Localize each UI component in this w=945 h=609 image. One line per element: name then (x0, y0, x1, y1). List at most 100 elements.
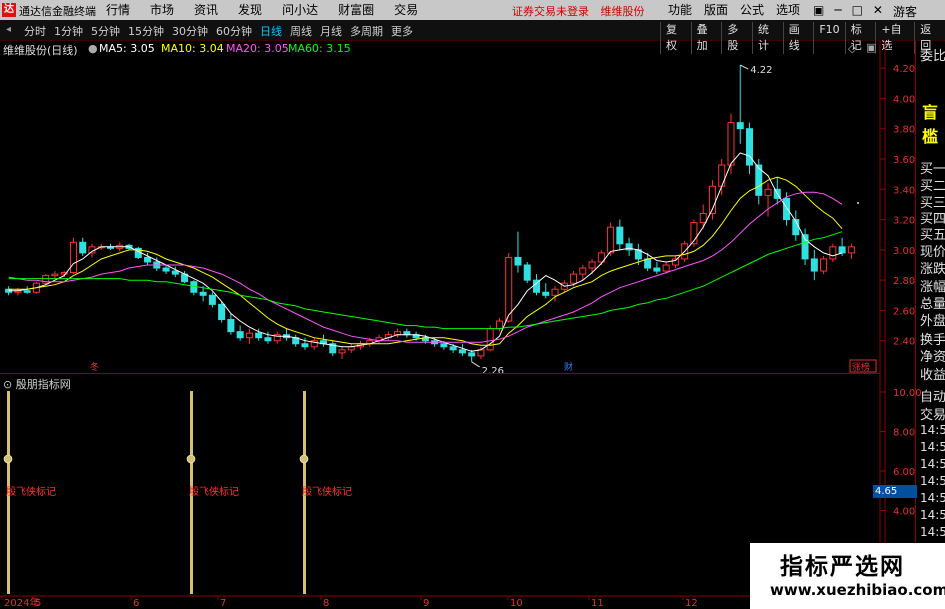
indicator-header[interactable]: ⊙ 殷朋指标网 (3, 376, 71, 392)
candle-body-19 (181, 273, 189, 283)
menu-item-0[interactable]: 行情 (96, 2, 140, 18)
collapse-arrow-icon[interactable]: ◂ (6, 24, 11, 35)
guest-user[interactable]: 游客 (893, 3, 917, 20)
event-marker-left[interactable]: 冬 (90, 361, 99, 373)
crosshair-dot (857, 202, 859, 204)
candle-body-10 (97, 246, 105, 249)
right-menu-item-3[interactable]: 选项 (770, 2, 806, 18)
candle-body-81 (755, 164, 763, 196)
candle-body-88 (820, 258, 828, 272)
signal-coin-icon-1 (186, 454, 196, 464)
candle-body-39 (366, 340, 374, 345)
tab-period-8[interactable]: 月线 (316, 23, 346, 39)
candle-body-36 (338, 349, 346, 354)
menu-item-2[interactable]: 资讯 (184, 2, 228, 18)
rank-badge-box[interactable] (849, 359, 877, 373)
candle-body-73 (681, 243, 689, 260)
right-menu: 功能 版面 公式 选项 (662, 2, 806, 18)
y-tick-label-7: 2.80 (893, 276, 915, 287)
tab-period-1[interactable]: 1分钟 (50, 23, 87, 39)
rank-badge[interactable]: 涨榜 (852, 361, 870, 373)
month-label-5: 9 (423, 598, 429, 609)
maximize-icon[interactable]: □ (847, 2, 868, 18)
minimize-icon[interactable]: ─ (829, 2, 846, 18)
tab-period-3[interactable]: 15分钟 (124, 23, 168, 39)
candle-body-69 (644, 258, 652, 269)
y-tick-label-5: 3.20 (893, 216, 915, 227)
pin-icon[interactable]: ▣ (808, 2, 829, 18)
candle-body-44 (412, 334, 420, 339)
tab-period-7[interactable]: 周线 (286, 23, 316, 39)
candle-body-5 (51, 273, 59, 277)
menu-item-4[interactable]: 问小达 (272, 2, 328, 18)
right-menu-item-2[interactable]: 公式 (734, 2, 770, 18)
ind-tick-label-2: 6.00 (893, 467, 915, 478)
tick-time-4: 14:56 (920, 491, 945, 505)
right-menu-item-0[interactable]: 功能 (662, 2, 698, 18)
month-label-2: 6 (133, 598, 139, 609)
quote-label-14: 自动 (920, 390, 945, 405)
tab-period-9[interactable]: 多周期 (346, 23, 387, 39)
app-logo: 达 (2, 3, 16, 17)
y-tick-label-2: 3.80 (893, 125, 915, 136)
tick-time-2: 14:56 (920, 457, 945, 471)
menu-item-6[interactable]: 交易 (384, 2, 428, 18)
candle-body-48 (449, 346, 457, 351)
ma5-label: MA5: 3.05 (99, 42, 155, 55)
stock-title[interactable]: 维维股份(日线) (3, 42, 78, 58)
candle-body-72 (671, 258, 679, 266)
high-price-label: 4.22 (750, 65, 772, 76)
tick-time-0: 14:56 (920, 423, 945, 437)
tick-time-6: 14:56 (920, 525, 945, 539)
event-marker-mid[interactable]: 财 (564, 361, 573, 373)
indicator-name: 殷朋指标网 (15, 378, 71, 391)
right-menu-item-1[interactable]: 版面 (698, 2, 734, 18)
candle-body-75 (699, 213, 707, 224)
watermark-title: 指标严选网 (780, 554, 905, 580)
month-label-4: 8 (323, 598, 329, 609)
dropdown-icon[interactable]: ● (88, 42, 98, 55)
tab-period-10[interactable]: 更多 (387, 23, 417, 39)
close-icon[interactable]: ✕ (868, 2, 888, 18)
candle-body-34 (320, 340, 327, 345)
candle-body-27 (255, 332, 263, 339)
low-pointer (471, 361, 480, 368)
tool-button-7[interactable]: +自选 (875, 22, 914, 54)
y-tick-label-4: 3.40 (893, 185, 915, 196)
tab-period-0[interactable]: 分时 (20, 23, 50, 39)
window-layout-icon[interactable]: ▣ (866, 41, 876, 54)
menu-item-1[interactable]: 市场 (140, 2, 184, 18)
ma-line-ma60 (8, 231, 843, 330)
app-title: 通达信金融终端 (19, 5, 96, 18)
candle-body-40 (375, 337, 383, 342)
tab-period-5[interactable]: 60分钟 (212, 23, 256, 39)
menu-item-3[interactable]: 发现 (228, 2, 272, 18)
month-label-7: 11 (591, 598, 604, 609)
candle-body-51 (477, 349, 485, 357)
candle-body-28 (264, 337, 272, 342)
candle-body-47 (440, 343, 448, 348)
candle-body-26 (245, 332, 253, 339)
quote-label-0: 委比 (920, 49, 945, 64)
high-pointer (740, 64, 749, 70)
candle-body-32 (301, 343, 309, 348)
candle-body-58 (542, 291, 550, 296)
tab-period-6[interactable]: 日线 (256, 23, 286, 39)
candle-body-17 (162, 267, 170, 272)
candle-body-46 (431, 340, 439, 345)
candle-body-83 (773, 188, 781, 199)
main-menu: 行情 市场 资讯 发现 问小达 财富圈 交易 (96, 2, 428, 18)
candle-body-2 (23, 290, 31, 293)
settings-diamond-icon[interactable]: ◇ (848, 42, 856, 55)
tab-period-2[interactable]: 5分钟 (87, 23, 124, 39)
candle-body-9 (88, 246, 96, 254)
trade-login-status[interactable]: 证券交易未登录 维维股份 (512, 3, 645, 19)
y-tick-label-8: 2.60 (893, 306, 915, 317)
signal-label-1: 殷飞侠标记 (189, 485, 239, 498)
candle-body-37 (347, 346, 355, 351)
y-tick-label-1: 4.00 (893, 94, 915, 105)
kline-chart[interactable]: 4.20 4.00 3.80 3.60 3.40 3.20 3.00 2.80 2.60 2.40… (0, 0, 945, 609)
panel-divider[interactable] (0, 373, 880, 374)
menu-item-5[interactable]: 财富圈 (328, 2, 384, 18)
tab-period-4[interactable]: 30分钟 (168, 23, 212, 39)
